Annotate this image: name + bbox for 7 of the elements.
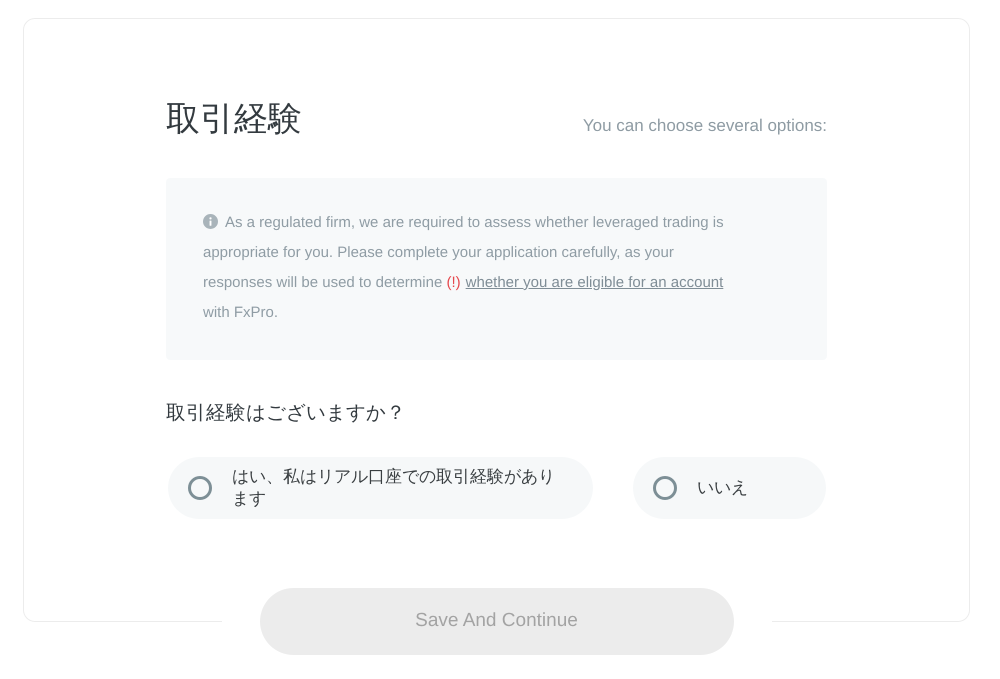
info-icon: [203, 214, 218, 229]
notice-text: As a regulated firm, we are required to assess whether leveraged trading is appropriate for you. Please complete your application carefully, as your responses will be used to determine (!) whether you are eligible for an account with FxPro.: [203, 213, 725, 323]
question-text: 取引経験はございますか？: [166, 401, 406, 425]
page-title: 取引経験: [166, 99, 302, 140]
answer-option[interactable]: いいえ: [633, 457, 826, 519]
answer-option[interactable]: はい、私はリアル口座での取引経験があります: [168, 457, 593, 519]
hint-text: You can choose several options:: [582, 115, 827, 137]
